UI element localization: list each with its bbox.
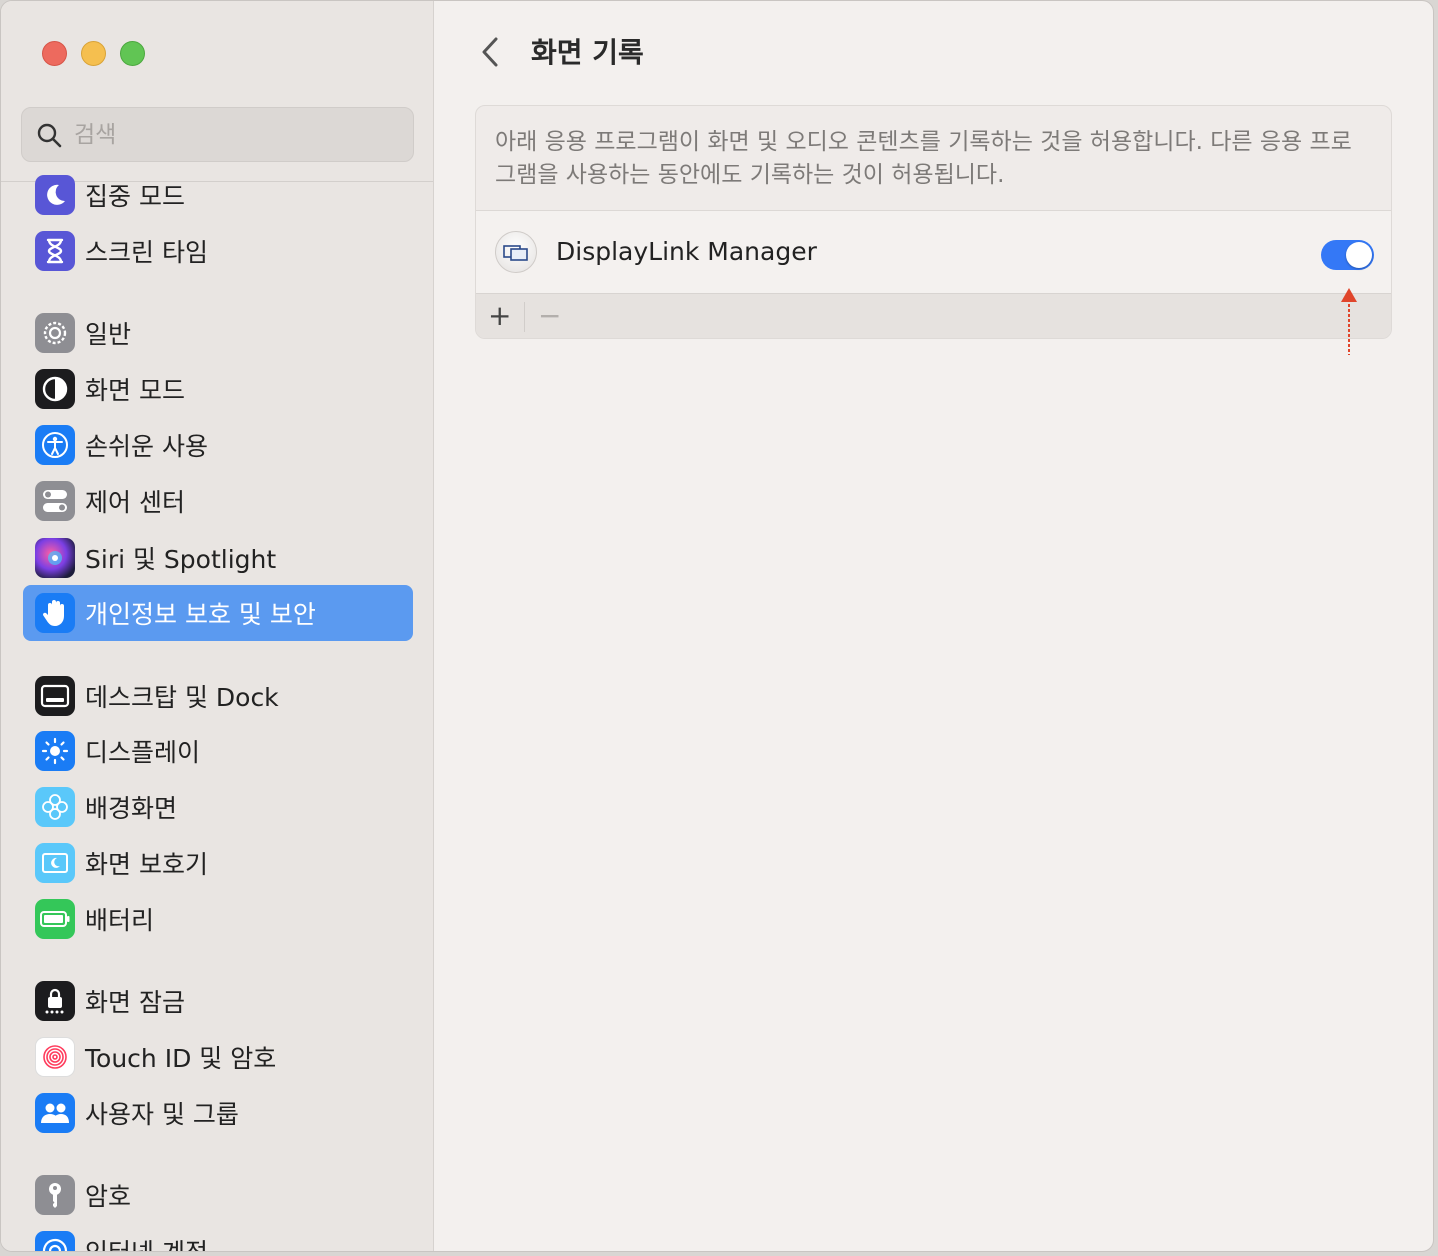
annotation-arrow-icon — [1341, 288, 1357, 355]
sidebar-item-passwords[interactable]: 암호 — [23, 1167, 413, 1223]
flower-icon — [35, 787, 75, 827]
page-title: 화면 기록 — [531, 36, 644, 69]
siri-icon — [35, 538, 75, 578]
sidebar-item-desktop-dock[interactable]: 데스크탑 및 Dock — [23, 668, 413, 724]
sidebar-item-control-center[interactable]: 제어 센터 — [23, 473, 413, 529]
sidebar-item-label: 암호 — [85, 1182, 132, 1211]
hand-icon — [35, 593, 75, 633]
dock-icon — [35, 676, 75, 716]
sidebar-item-touch-id[interactable]: Touch ID 및 암호 — [23, 1029, 413, 1085]
window-controls — [42, 41, 145, 66]
app-permission-toggle[interactable] — [1321, 240, 1374, 270]
sidebar-item-screen-time[interactable]: 스크린 타임 — [23, 223, 413, 279]
app-row: DisplayLink Manager — [476, 211, 1391, 293]
displaylink-app-icon — [495, 231, 537, 273]
back-chevron-icon[interactable] — [476, 35, 506, 69]
key-icon — [35, 1175, 75, 1215]
moon-icon — [35, 175, 75, 215]
screen-recording-panel: 아래 응용 프로그램이 화면 및 오디오 콘텐츠를 기록하는 것을 허용합니다.… — [475, 105, 1392, 339]
sidebar-item-battery[interactable]: 배터리 — [23, 891, 413, 947]
sidebar-item-label: 디스플레이 — [85, 738, 201, 767]
main-pane: 화면 기록 아래 응용 프로그램이 화면 및 오디오 콘텐츠를 기록하는 것을 … — [434, 1, 1433, 1251]
sidebar-item-accessibility[interactable]: 손쉬운 사용 — [23, 417, 413, 473]
app-name: DisplayLink Manager — [556, 237, 817, 266]
search-icon — [37, 123, 62, 147]
add-app-button[interactable]: + — [488, 302, 511, 330]
battery-icon — [35, 899, 75, 939]
permission-description: 아래 응용 프로그램이 화면 및 오디오 콘텐츠를 기록하는 것을 허용합니다.… — [495, 129, 1352, 188]
hourglass-icon — [35, 231, 75, 271]
fingerprint-icon — [35, 1037, 75, 1077]
control-center-icon — [35, 481, 75, 521]
sidebar-item-label: 개인정보 보호 및 보안 — [85, 600, 316, 629]
minimize-window-button[interactable] — [81, 41, 106, 66]
sidebar-item-label: 일반 — [85, 320, 132, 349]
sun-icon — [35, 731, 75, 771]
sidebar-item-label: 배경화면 — [85, 794, 178, 823]
sidebar-item-screen-saver[interactable]: 화면 보호기 — [23, 835, 413, 891]
search-input[interactable] — [72, 120, 376, 149]
sidebar-item-focus[interactable]: 집중 모드 — [23, 167, 413, 223]
sidebar-item-label: 집중 모드 — [85, 182, 185, 211]
sidebar-item-label: Siri 및 Spotlight — [85, 545, 277, 574]
sidebar-item-label: 인터넷 계정 — [85, 1233, 208, 1251]
sidebar-item-users-groups[interactable]: 사용자 및 그룹 — [23, 1085, 413, 1141]
zoom-window-button[interactable] — [120, 41, 145, 66]
search-field[interactable] — [21, 107, 414, 162]
appearance-icon — [35, 369, 75, 409]
toolbar-divider — [524, 302, 525, 332]
sidebar-item-privacy-security[interactable]: 개인정보 보호 및 보안 — [23, 585, 413, 641]
sidebar-item-general[interactable]: 일반 — [23, 305, 413, 361]
sidebar-item-internet-accounts[interactable]: 인터넷 계정 — [23, 1223, 413, 1251]
sidebar-item-label: 데스크탑 및 Dock — [85, 683, 279, 712]
sidebar: 집중 모드 스크린 타임 일반 화면 모드 — [1, 1, 434, 1251]
sidebar-item-label: 화면 모드 — [85, 376, 185, 405]
lock-icon — [35, 981, 75, 1021]
sidebar-item-label: 배터리 — [85, 906, 155, 935]
gear-icon — [35, 313, 75, 353]
at-icon — [35, 1231, 75, 1251]
toggle-knob — [1346, 242, 1372, 268]
settings-window: 집중 모드 스크린 타임 일반 화면 모드 — [0, 0, 1434, 1252]
sidebar-item-label: 사용자 및 그룹 — [85, 1100, 239, 1129]
list-toolbar: + − — [476, 293, 1391, 338]
sidebar-item-siri[interactable]: Siri 및 Spotlight — [23, 530, 413, 586]
sidebar-item-wallpaper[interactable]: 배경화면 — [23, 779, 413, 835]
screensaver-icon — [35, 843, 75, 883]
sidebar-item-appearance[interactable]: 화면 모드 — [23, 361, 413, 417]
users-icon — [35, 1093, 75, 1133]
remove-app-button[interactable]: − — [538, 302, 561, 330]
sidebar-item-label: 손쉬운 사용 — [85, 432, 208, 461]
close-window-button[interactable] — [42, 41, 67, 66]
sidebar-item-lock-screen[interactable]: 화면 잠금 — [23, 973, 413, 1029]
sidebar-item-displays[interactable]: 디스플레이 — [23, 723, 413, 779]
sidebar-item-label: 화면 보호기 — [85, 850, 208, 879]
sidebar-item-label: Touch ID 및 암호 — [85, 1044, 277, 1073]
sidebar-item-label: 화면 잠금 — [85, 988, 185, 1017]
sidebar-item-label: 스크린 타임 — [85, 238, 208, 267]
sidebar-item-label: 제어 센터 — [85, 488, 185, 517]
accessibility-icon — [35, 425, 75, 465]
